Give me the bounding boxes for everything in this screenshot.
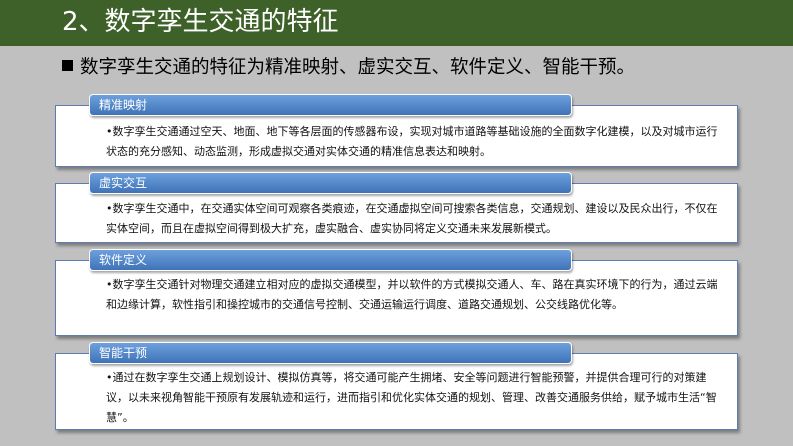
section-body-text: •数字孪生交通通过空天、地面、地下等各层面的传感器布设，实现对城市道路等基础设施… bbox=[106, 125, 718, 158]
section-body-text: •数字孪生交通针对物理交通建立相对应的虚拟交通模型，并以软件的方式模拟交通人、车… bbox=[106, 278, 718, 311]
square-bullet-icon bbox=[62, 60, 73, 71]
page-title: 2、数字孪生交通的特征 bbox=[62, 7, 339, 37]
section-tab-intelligent-intervention: 智能干预 bbox=[89, 342, 572, 364]
section-label: 虚实交互 bbox=[99, 176, 148, 190]
section-tab-precise-mapping: 精准映射 bbox=[89, 94, 572, 116]
section-body: •数字孪生交通通过空天、地面、地下等各层面的传感器布设，实现对城市道路等基础设施… bbox=[106, 122, 719, 162]
section-body: •数字孪生交通针对物理交通建立相对应的虚拟交通模型，并以软件的方式模拟交通人、车… bbox=[106, 275, 719, 315]
section-card-intelligent-intervention: •通过在数字孪生交通上规划设计、模拟仿真等，将交通可能产生拥堵、安全等问题进行智… bbox=[55, 353, 738, 430]
section-body-text: •通过在数字孪生交通上规划设计、模拟仿真等，将交通可能产生拥堵、安全等问题进行智… bbox=[106, 371, 717, 424]
section-body-text: •数字孪生交通中，在交通实体空间可观察各类痕迹，在交通虚拟空间可搜索各类信息，交… bbox=[106, 202, 718, 235]
section-card-software-defined: •数字孪生交通针对物理交通建立相对应的虚拟交通模型，并以软件的方式模拟交通人、车… bbox=[55, 260, 738, 336]
section-label: 智能干预 bbox=[99, 346, 148, 360]
section-body: •数字孪生交通中，在交通实体空间可观察各类痕迹，在交通虚拟空间可搜索各类信息，交… bbox=[106, 199, 719, 239]
section-tab-virtual-real-interaction: 虚实交互 bbox=[89, 172, 572, 194]
title-bar: 2、数字孪生交通的特征 bbox=[0, 0, 793, 46]
section-body: •通过在数字孪生交通上规划设计、模拟仿真等，将交通可能产生拥堵、安全等问题进行智… bbox=[106, 368, 719, 428]
section-label: 精准映射 bbox=[99, 98, 148, 112]
section-label: 软件定义 bbox=[99, 253, 148, 267]
subtitle-text: 数字孪生交通的特征为精准映射、虚实交互、软件定义、智能干预。 bbox=[80, 57, 636, 78]
subtitle: 数字孪生交通的特征为精准映射、虚实交互、软件定义、智能干预。 bbox=[62, 54, 635, 82]
section-tab-software-defined: 软件定义 bbox=[89, 249, 572, 271]
